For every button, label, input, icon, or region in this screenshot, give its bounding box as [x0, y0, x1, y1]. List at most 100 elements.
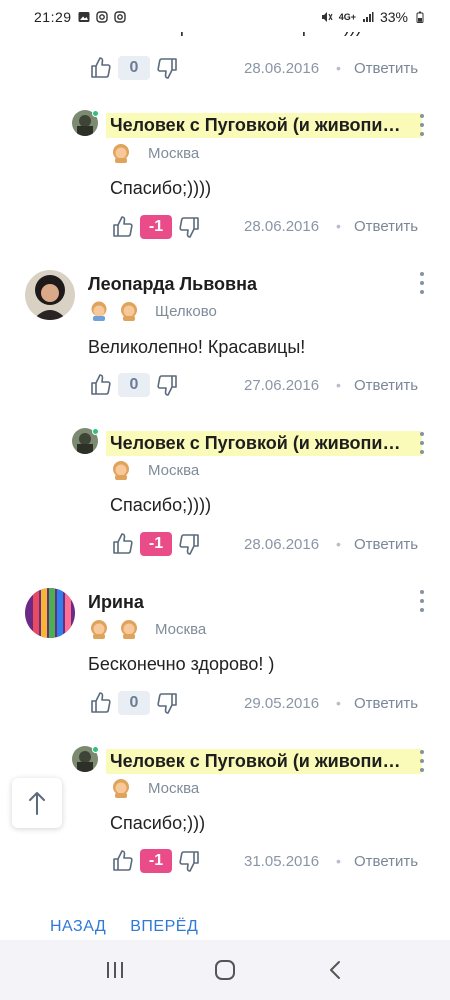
online-indicator	[92, 428, 99, 435]
separator-dot: •	[336, 60, 341, 76]
separator-dot: •	[336, 218, 341, 234]
reply-link[interactable]: Ответить	[354, 853, 418, 870]
comment-city: Москва	[148, 145, 200, 162]
avatar-image	[25, 588, 75, 638]
dislike-button[interactable]	[176, 214, 202, 240]
score-badge: 0	[118, 691, 150, 715]
like-button[interactable]	[88, 55, 114, 81]
score-badge: 0	[118, 373, 150, 397]
like-button[interactable]	[110, 531, 136, 557]
back-chevron-icon	[330, 961, 340, 979]
pagination: НАЗАД ВПЕРЁД	[50, 918, 198, 936]
comment-actions: -1	[110, 528, 202, 560]
thumbs-up-icon	[91, 692, 111, 713]
reply-link[interactable]: Ответить	[354, 377, 418, 394]
avatar[interactable]	[25, 588, 75, 638]
thumbs-down-icon	[179, 217, 199, 238]
reply-link[interactable]: Ответить	[354, 218, 418, 235]
pager-back-link[interactable]: НАЗАД	[50, 918, 106, 936]
comment-actions: 0	[88, 369, 180, 401]
comment-actions: 0	[88, 52, 180, 84]
comment-city: Москва	[148, 780, 200, 797]
more-options-icon[interactable]	[419, 432, 425, 454]
thumbs-up-icon	[91, 374, 111, 395]
more-options-icon[interactable]	[419, 114, 425, 136]
reply-link[interactable]: Ответить	[354, 695, 418, 712]
home-button[interactable]	[205, 950, 245, 990]
separator-dot: •	[336, 536, 341, 552]
like-button[interactable]	[88, 690, 114, 716]
comment-author[interactable]: Человек с Пуговкой (и живопи…	[106, 749, 422, 774]
comment-city: Москва	[148, 462, 200, 479]
avatar[interactable]	[25, 270, 75, 320]
arrow-up-icon	[29, 792, 45, 815]
dislike-button[interactable]	[154, 690, 180, 716]
comment-text: Спасибо;)))	[110, 813, 206, 833]
comment-date: 31.05.2016	[244, 853, 320, 870]
comment-text: Спасибо;))))	[110, 178, 212, 198]
online-indicator	[92, 746, 99, 753]
separator-dot: •	[336, 853, 341, 869]
thumbs-up-icon	[91, 57, 111, 78]
thumbs-down-icon	[179, 534, 199, 555]
recent-apps-button[interactable]	[95, 950, 135, 990]
comment-text: Классно! Приятно посмотреть )))	[88, 16, 362, 36]
thumbs-down-icon	[157, 693, 177, 714]
thumbs-up-icon	[113, 533, 133, 554]
separator-dot: •	[336, 695, 341, 711]
reply-link[interactable]: Ответить	[354, 536, 418, 553]
more-options-icon[interactable]	[419, 590, 425, 612]
back-button[interactable]	[315, 950, 355, 990]
online-indicator	[92, 110, 99, 117]
thumbs-down-icon	[179, 851, 199, 872]
comment-text: Спасибо;))))	[110, 495, 212, 515]
dislike-button[interactable]	[154, 55, 180, 81]
comment-city: Москва	[155, 621, 207, 638]
comment-date: 27.06.2016	[244, 377, 320, 394]
comment-text: Великолепно! Красавицы!	[88, 337, 306, 357]
score-badge: -1	[140, 532, 172, 556]
comment-actions: -1	[110, 845, 202, 877]
comment-date: 28.06.2016	[244, 536, 320, 553]
like-button[interactable]	[88, 372, 114, 398]
comment-author[interactable]: Человек с Пуговкой (и живопи…	[106, 431, 422, 456]
dislike-button[interactable]	[176, 848, 202, 874]
score-badge: -1	[140, 849, 172, 873]
avatar-image	[25, 270, 75, 320]
recent-apps-icon	[107, 962, 123, 978]
comment-author[interactable]: Леопарда Львовна	[88, 274, 257, 295]
pager-forward-link[interactable]: ВПЕРЁД	[130, 918, 198, 936]
like-button[interactable]	[110, 848, 136, 874]
comment-author[interactable]: Человек с Пуговкой (и живопи…	[106, 113, 422, 138]
comments-feed[interactable]: Классно! Приятно посмотреть ))) 0 28.06.…	[0, 0, 450, 940]
girl-badge-icon	[113, 779, 129, 798]
like-button[interactable]	[110, 214, 136, 240]
dislike-button[interactable]	[176, 531, 202, 557]
separator-dot: •	[336, 377, 341, 393]
boy-badge-icon	[91, 301, 107, 321]
more-options-icon[interactable]	[419, 750, 425, 772]
home-icon	[215, 960, 235, 980]
reply-link[interactable]: Ответить	[354, 60, 418, 77]
girl-badge-icon	[121, 620, 137, 639]
more-options-icon[interactable]	[419, 272, 425, 294]
comment-date: 28.06.2016	[244, 60, 320, 77]
system-nav-bar	[0, 940, 450, 1000]
comment-actions: -1	[110, 211, 202, 243]
thumbs-down-icon	[157, 375, 177, 396]
comment-author[interactable]: Ирина	[88, 592, 144, 613]
girl-badge-icon	[91, 620, 107, 639]
thumbs-up-icon	[113, 216, 133, 237]
comment-actions: 0	[88, 687, 180, 719]
thumbs-down-icon	[157, 58, 177, 79]
girl-badge-icon	[113, 144, 129, 163]
score-badge: 0	[118, 56, 150, 80]
girl-badge-icon	[113, 461, 129, 480]
dislike-button[interactable]	[154, 372, 180, 398]
score-badge: -1	[140, 215, 172, 239]
comment-text: Бесконечно здорово! )	[88, 654, 275, 674]
comment-city: Щелково	[155, 303, 217, 320]
scroll-to-top-button[interactable]	[12, 778, 62, 828]
thumbs-up-icon	[113, 850, 133, 871]
girl-badge-icon	[121, 302, 137, 321]
